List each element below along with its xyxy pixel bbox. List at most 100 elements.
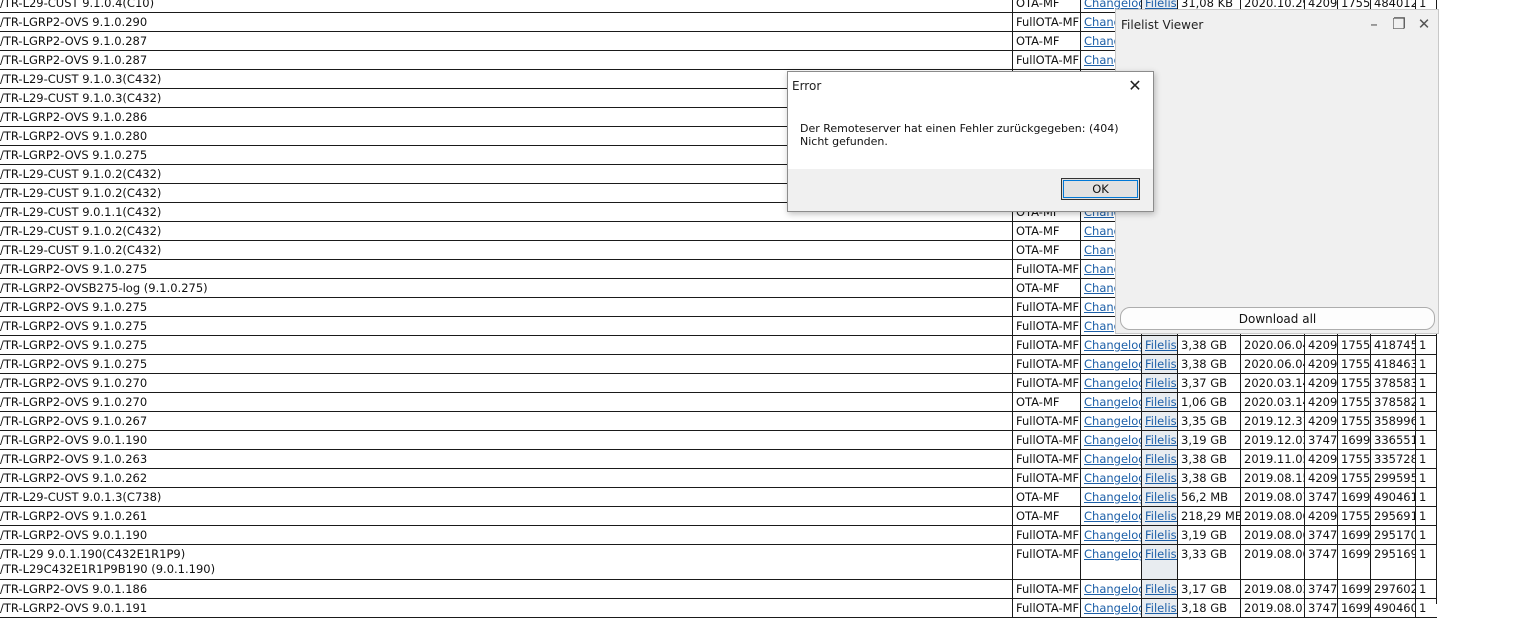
filelist-link[interactable]: Filelist xyxy=(1141,374,1177,392)
cell-type: FullOTA-MF xyxy=(1012,580,1080,598)
table-row[interactable]: /TR-LGRP2-OVS 9.0.1.186 FullOTA-MF Changel… xyxy=(0,580,1437,599)
cell-size: 3,38 GB xyxy=(1177,469,1240,487)
cell-col-b: 1699 xyxy=(1337,488,1370,506)
cell-col-c: 295691 xyxy=(1370,507,1415,525)
cell-size: 3,18 GB xyxy=(1177,599,1240,617)
error-dialog: Error ✕ Der Remoteserver hat einen Fehle… xyxy=(787,71,1154,212)
cell-size: 3,17 GB xyxy=(1177,580,1240,598)
changelog-link[interactable]: Changelog xyxy=(1080,488,1141,506)
changelog-link[interactable]: Changelog xyxy=(1080,526,1141,544)
close-icon[interactable]: ✕ xyxy=(1123,75,1147,97)
changelog-link[interactable]: Changelog xyxy=(1080,507,1141,525)
table-row[interactable]: /TR-LGRP2-OVS 9.1.0.275 FullOTA-MF Changel… xyxy=(0,336,1437,355)
cell-col-a: 3747 xyxy=(1304,580,1337,598)
cell-col-d: 1 xyxy=(1415,599,1437,617)
changelog-link[interactable]: Changelog xyxy=(1080,412,1141,430)
cell-size: 3,38 GB xyxy=(1177,355,1240,373)
filelist-link[interactable]: Filelist xyxy=(1141,450,1177,468)
table-row[interactable]: /TR-LGRP2-OVS 9.1.0.261 OTA-MF Changelog Fi… xyxy=(0,507,1437,526)
cell-col-d: 1 xyxy=(1415,374,1437,392)
cell-name: /TR-LGRP2-OVS 9.1.0.287 xyxy=(0,53,148,67)
filelist-link[interactable]: Filelist xyxy=(1141,355,1177,373)
changelog-link[interactable]: Changelog xyxy=(1080,599,1141,617)
filelist-link[interactable]: Filelist xyxy=(1141,580,1177,598)
changelog-link[interactable]: Changelog xyxy=(1080,393,1141,411)
cell-name: /TR-LGRP2-OVS 9.1.0.267 xyxy=(0,414,148,428)
viewer-title: Filelist Viewer xyxy=(1121,18,1204,32)
table-row[interactable]: /TR-LGRP2-OVS 9.1.0.262 FullOTA-MF Changel… xyxy=(0,469,1437,488)
table-row[interactable]: /TR-LGRP2-OVS 9.0.1.191 FullOTA-MF Changel… xyxy=(0,599,1437,618)
filelist-link[interactable]: Filelist xyxy=(1141,336,1177,354)
cell-name: /TR-LGRP2-OVS 9.1.0.275 xyxy=(0,319,148,333)
cell-size: 3,19 GB xyxy=(1177,526,1240,544)
cell-type: FullOTA-MF xyxy=(1012,298,1080,316)
filelist-link[interactable]: Filelist xyxy=(1141,393,1177,411)
filelist-viewer-window[interactable]: Filelist Viewer – ❐ ✕ Download all xyxy=(1115,9,1439,334)
table-row[interactable]: /TR-LGRP2-OVS 9.1.0.270 FullOTA-MF Changel… xyxy=(0,374,1437,393)
changelog-link[interactable]: Changelog xyxy=(1080,431,1141,449)
cell-date: 2020.03.14 xyxy=(1240,393,1304,411)
minimize-icon[interactable]: – xyxy=(1363,14,1385,34)
changelog-link[interactable]: Changelog xyxy=(1080,469,1141,487)
cell-type: FullOTA-MF xyxy=(1012,260,1080,278)
maximize-icon[interactable]: ❐ xyxy=(1388,14,1410,34)
filelist-link[interactable]: Filelist xyxy=(1141,507,1177,525)
cell-col-a: 4209 xyxy=(1304,507,1337,525)
table-row[interactable]: /TR-LGRP2-OVS 9.1.0.267 FullOTA-MF Changel… xyxy=(0,412,1437,431)
table-row[interactable]: /TR-L29 9.0.1.190(C432E1R1P9) /TR-L29C43… xyxy=(0,545,1437,580)
cell-name: /TR-LGRP2-OVS 9.1.0.275 xyxy=(0,357,148,371)
cell-type: FullOTA-MF xyxy=(1012,412,1080,430)
changelog-link[interactable]: Changelog xyxy=(1080,355,1141,373)
cell-col-b: 1755 xyxy=(1337,412,1370,430)
cell-date: 2019.08.06 xyxy=(1240,507,1304,525)
cell-name: /TR-L29-CUST 9.1.0.2(C432) xyxy=(0,224,162,238)
table-row[interactable]: /TR-L29-CUST 9.0.1.3(C738) OTA-MF Changelo… xyxy=(0,488,1437,507)
filelist-link[interactable]: Filelist xyxy=(1141,469,1177,487)
table-row[interactable]: /TR-LGRP2-OVS 9.1.0.270 OTA-MF Changelog Fi… xyxy=(0,393,1437,412)
ok-button[interactable]: OK xyxy=(1061,178,1140,200)
filelist-link[interactable]: Filelist xyxy=(1141,545,1177,579)
cell-size: 56,2 MB xyxy=(1177,488,1240,506)
download-all-button[interactable]: Download all xyxy=(1120,307,1435,330)
filelist-link[interactable]: Filelist xyxy=(1141,526,1177,544)
cell-col-c: 297602 xyxy=(1370,580,1415,598)
cell-col-a: 4209 xyxy=(1304,469,1337,487)
table-row[interactable]: /TR-LGRP2-OVS 9.0.1.190 FullOTA-MF Changel… xyxy=(0,526,1437,545)
changelog-link[interactable]: Changelog xyxy=(1080,580,1141,598)
changelog-link[interactable]: Changelog xyxy=(1080,450,1141,468)
cell-type: FullOTA-MF xyxy=(1012,526,1080,544)
cell-col-d: 1 xyxy=(1415,545,1437,579)
cell-col-d: 1 xyxy=(1415,355,1437,373)
filelist-link[interactable]: Filelist xyxy=(1141,599,1177,617)
cell-type: FullOTA-MF xyxy=(1012,599,1080,617)
cell-col-b: 1699 xyxy=(1337,545,1370,579)
cell-date: 2019.08.01 xyxy=(1240,599,1304,617)
table-row[interactable]: /TR-LGRP2-OVS 9.1.0.275 FullOTA-MF Changel… xyxy=(0,355,1437,374)
cell-type: OTA-MF xyxy=(1012,279,1080,297)
cell-col-c: 299595 xyxy=(1370,469,1415,487)
table-row[interactable]: /TR-LGRP2-OVS 9.1.0.263 FullOTA-MF Changel… xyxy=(0,450,1437,469)
cell-size: 3,38 GB xyxy=(1177,336,1240,354)
filelist-link[interactable]: Filelist xyxy=(1141,412,1177,430)
cell-name: /TR-LGRP2-OVS 9.1.0.261 xyxy=(0,509,148,523)
cell-name: /TR-L29-CUST 9.1.0.2(C432) xyxy=(0,243,162,257)
table-row[interactable]: /TR-LGRP2-OVS 9.0.1.190 FullOTA-MF Changel… xyxy=(0,431,1437,450)
cell-name: /TR-LGRP2-OVS 9.0.1.186 xyxy=(0,582,148,596)
cell-col-d: 1 xyxy=(1415,431,1437,449)
close-icon[interactable]: ✕ xyxy=(1413,14,1435,34)
error-message: Der Remoteserver hat einen Fehler zurück… xyxy=(800,122,1119,148)
cell-size: 3,37 GB xyxy=(1177,374,1240,392)
cell-col-a: 3747 xyxy=(1304,599,1337,617)
changelog-link[interactable]: Changelog xyxy=(1080,336,1141,354)
filelist-link[interactable]: Filelist xyxy=(1141,431,1177,449)
dialog-footer: OK xyxy=(788,169,1153,211)
cell-date: 2019.12.31 xyxy=(1240,412,1304,430)
cell-col-c: 378582 xyxy=(1370,393,1415,411)
changelog-link[interactable]: Changelog xyxy=(1080,545,1141,579)
cell-col-a: 4209 xyxy=(1304,450,1337,468)
filelist-link[interactable]: Filelist xyxy=(1141,488,1177,506)
cell-name: /TR-LGRP2-OVSB275-log (9.1.0.275) xyxy=(0,281,208,295)
cell-type: FullOTA-MF xyxy=(1012,374,1080,392)
cell-col-a: 4209 xyxy=(1304,393,1337,411)
changelog-link[interactable]: Changelog xyxy=(1080,374,1141,392)
